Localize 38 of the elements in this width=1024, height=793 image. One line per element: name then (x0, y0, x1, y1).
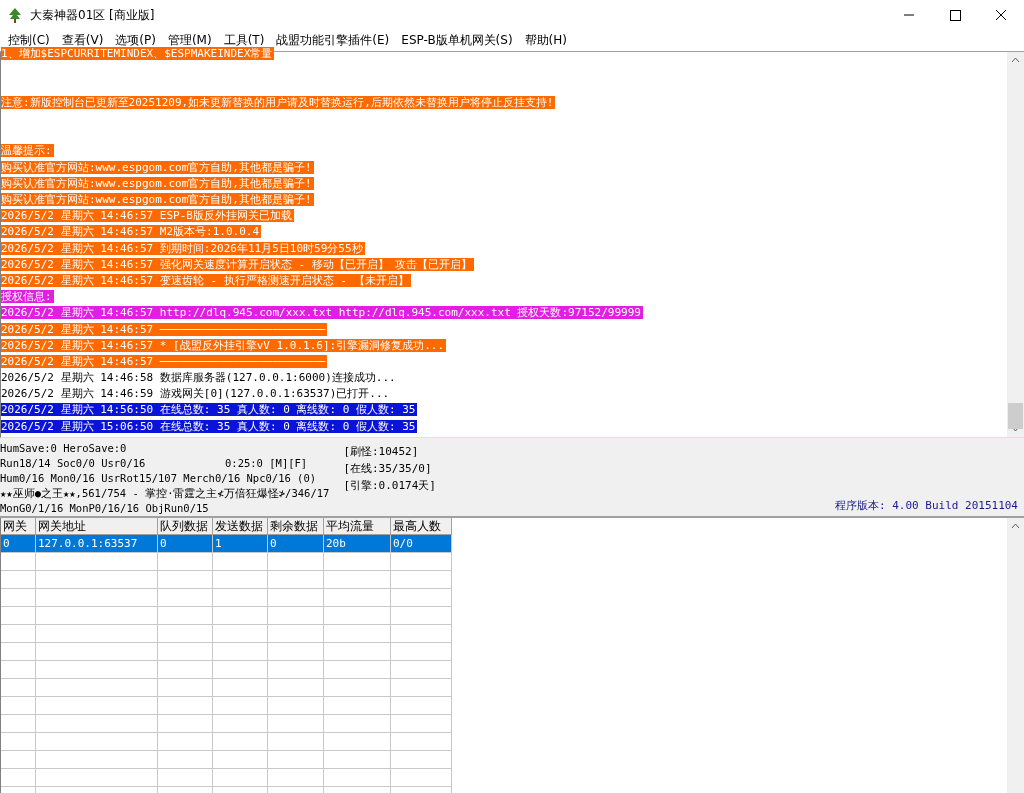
menu-item[interactable]: 帮助(H) (518, 32, 573, 50)
menu-item[interactable]: 战盟功能引擎插件(E) (270, 32, 396, 50)
counter-text: [刷怪:10452] (343, 444, 420, 460)
timer-text: 0:25:0 [M][F] (225, 456, 308, 471)
table-cell: 0 (158, 535, 213, 553)
log-line: 2026/5/2 星期六 14:46:59 游戏网关[0](127.0.0.1:63537)已打开... (1, 387, 391, 401)
tree-icon (6, 6, 24, 24)
status-text: ★★巫师●之王★★,561/754 - 掌控·雷霆之主≮万倍狂爆怪≯/346/17 (0, 486, 330, 501)
menu-item[interactable]: ESP-B版单机网关(S) (395, 32, 519, 50)
table-cell: 127.0.0.1:63537 (36, 535, 158, 553)
scrollbar[interactable] (1007, 52, 1024, 437)
column-header[interactable]: 网关 (1, 518, 36, 535)
menu-item[interactable]: 管理(M) (161, 32, 218, 50)
counter-text: [引擎:0.0174天] (343, 478, 436, 494)
table-cell: 0/0 (391, 535, 452, 553)
status-text: HumSave:0 HeroSave:0 (0, 441, 128, 456)
scrollbar[interactable] (1007, 518, 1024, 793)
column-header[interactable]: 发送数据 (213, 518, 268, 535)
table-row[interactable]: 0 127.0.0.1:63537 0 1 0 20b 0/0 (1, 535, 452, 553)
scroll-thumb[interactable] (1008, 403, 1023, 430)
table-cell: 0 (1, 535, 36, 553)
table-cell: 1 (213, 535, 268, 553)
version-text: 程序版本: 4.00 Build 20151104 (834, 498, 1018, 513)
status-text: MonG0/1/16 MonP0/16/16 ObjRun0/15 (0, 501, 210, 516)
status-text: Run18/14 Soc0/0 Usr0/16 (0, 456, 147, 471)
menu-item[interactable]: 选项(P) (109, 32, 162, 50)
window-title: 大秦神器01区 [商业版] (30, 6, 155, 24)
menu-item[interactable]: 查看(V) (55, 32, 110, 50)
table-cell: 20b (324, 535, 391, 553)
log-line: 2026/5/2 星期六 14:46:58 数据库服务器(127.0.0.1:6000)连接成功... (1, 371, 397, 385)
status-text: Hum0/16 Mon0/16 UsrRot15/107 Merch0/16 Npc0/16 (0) (0, 471, 318, 486)
column-header[interactable]: 剩余数据 (268, 518, 324, 535)
counter-text: [在线:35/35/0] (343, 461, 433, 477)
column-header[interactable]: 平均流量 (324, 518, 391, 535)
column-header[interactable]: 网关地址 (36, 518, 158, 535)
column-header[interactable]: 最高人数 (391, 518, 452, 535)
table-cell: 0 (268, 535, 324, 553)
column-header[interactable]: 队列数据 (158, 518, 213, 535)
